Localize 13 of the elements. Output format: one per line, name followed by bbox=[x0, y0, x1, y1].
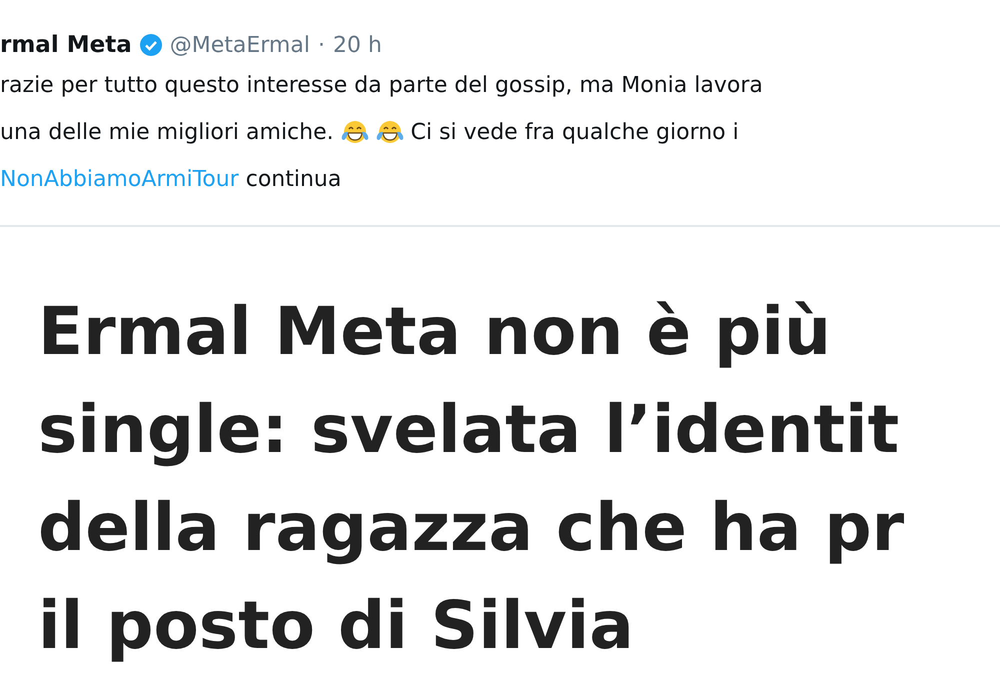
tweet-text: razie per tutto questo interesse da parte del gossip, ma Monia lavora bbox=[0, 73, 763, 98]
article-headline: Ermal Meta non è più bbox=[38, 292, 832, 372]
tweet-time[interactable]: 20 h bbox=[332, 32, 382, 58]
article-headline: della ragazza che ha pr bbox=[38, 488, 906, 568]
author-name[interactable]: rmal Meta bbox=[0, 32, 132, 58]
author-handle[interactable]: @MetaErmal bbox=[170, 32, 310, 58]
separator: · bbox=[318, 32, 325, 58]
article-headline: single: svelata l’identit bbox=[38, 390, 900, 470]
tweet-text: Ci si vede fra qualche giorno i bbox=[410, 120, 739, 145]
article-headline: il posto di Silvia bbox=[38, 586, 635, 666]
tweet-text: continua bbox=[246, 167, 342, 192]
hashtag-link[interactable]: NonAbbiamoArmiTour bbox=[0, 167, 239, 192]
tweet-text: una delle mie migliori amiche. bbox=[0, 120, 334, 145]
